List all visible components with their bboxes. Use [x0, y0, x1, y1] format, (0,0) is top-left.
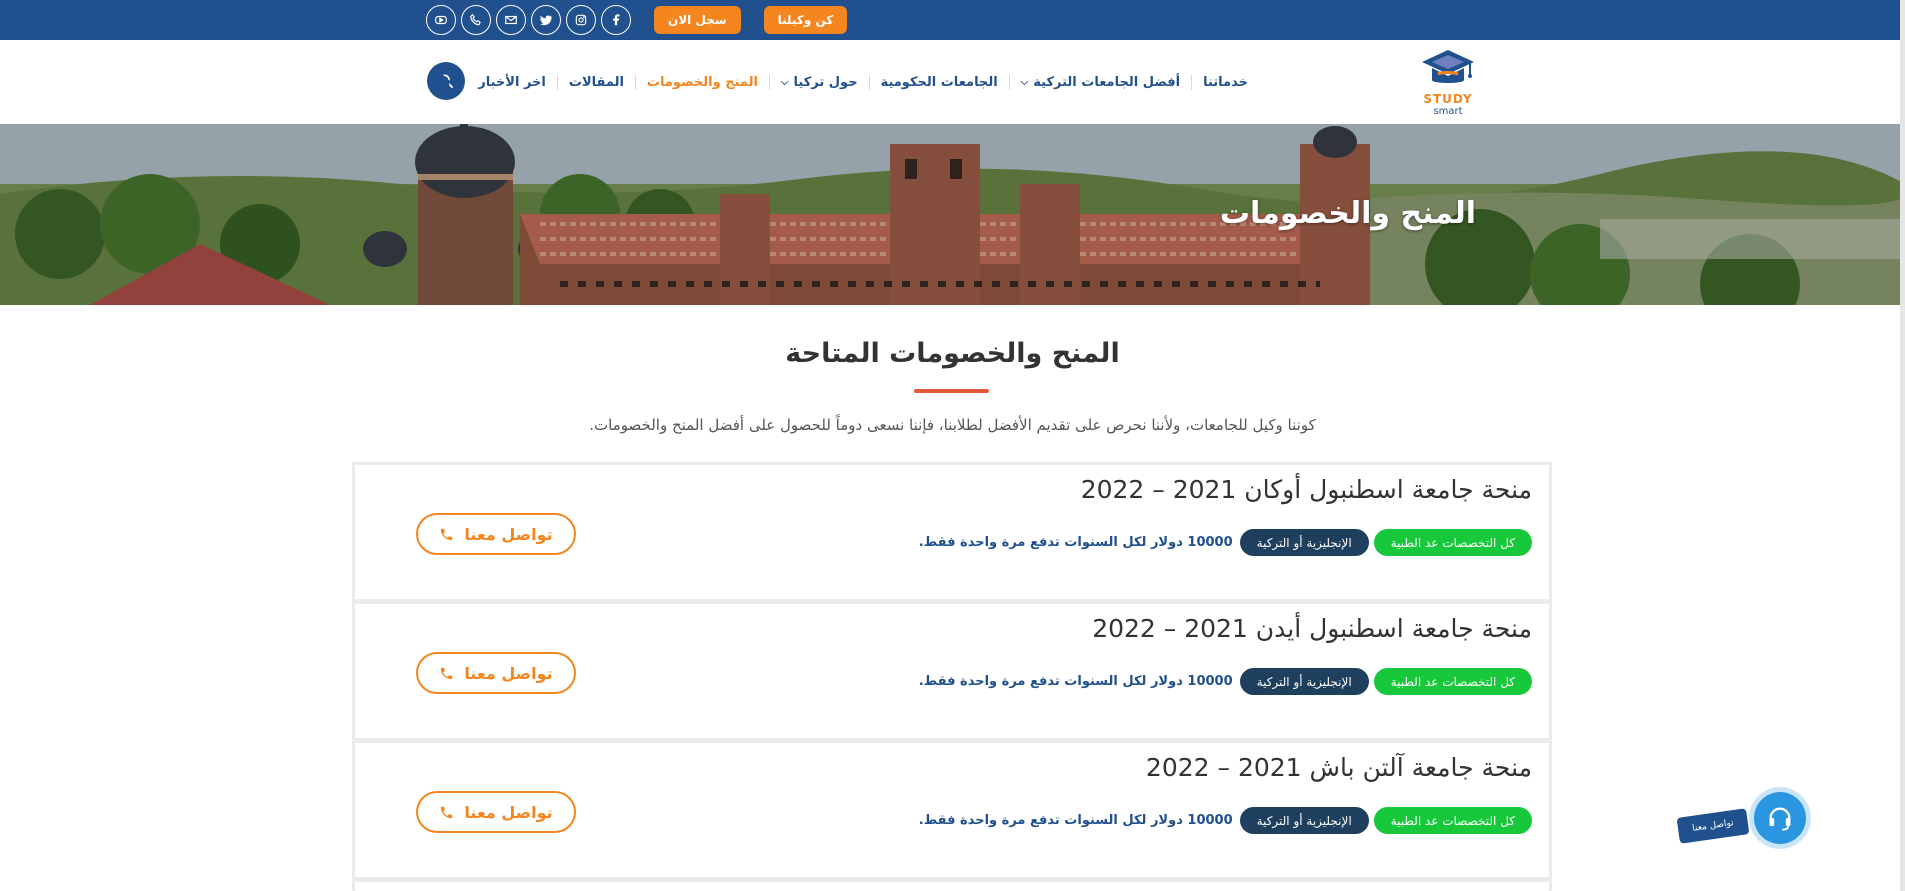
nav-item-public-universities[interactable]: الجامعات الحكومية [868, 74, 1009, 90]
nav-item-label: المقالات [568, 74, 624, 90]
nav-item-label: اخر الأخبار [478, 74, 546, 90]
study-smart-logo[interactable]: STUDY smart [1418, 46, 1478, 120]
contact-us-button[interactable]: تواصل معنا [416, 652, 576, 694]
floating-contact-button[interactable] [1754, 792, 1806, 844]
nav-item-about-turkey[interactable]: حول تركيا ⌵ [768, 74, 869, 90]
logo-text-sub: smart [1433, 106, 1463, 117]
scholarship-tags: كل التخصصات عد الطبية الإنجليزية أو التر… [919, 529, 1532, 556]
contact-us-button[interactable]: تواصل معنا [416, 791, 576, 833]
contact-us-button[interactable]: تواصل معنا [416, 513, 576, 555]
nav-item-label: حول تركيا [793, 74, 858, 90]
specialties-tag: كل التخصصات عد الطبية [1373, 807, 1532, 834]
graduation-cap-logo-icon [1422, 50, 1474, 83]
scholarship-tags: كل التخصصات عد الطبية الإنجليزية أو التر… [919, 807, 1532, 834]
language-tag: الإنجليزية أو التركية [1239, 807, 1369, 834]
scholarship-price: 10000 دولار لكل السنوات تدفع مرة واحدة ف… [918, 535, 1233, 550]
instagram-icon[interactable] [566, 5, 596, 35]
scholarship-tags: كل التخصصات عد الطبية الإنجليزية أو التر… [919, 668, 1532, 695]
nav-item-label: الجامعات الحكومية [880, 74, 998, 90]
nav-item-services[interactable]: خدماتنا [1191, 74, 1259, 90]
specialties-tag: كل التخصصات عد الطبية [1373, 529, 1532, 556]
scholarship-card-partial [352, 879, 1552, 891]
scholarship-price: 10000 دولار لكل السنوات تدفع مرة واحدة ف… [918, 813, 1233, 828]
facebook-icon[interactable] [601, 5, 631, 35]
register-now-button[interactable]: سجل الان [654, 6, 741, 34]
nav-item-scholarships[interactable]: المنح والخصومات [634, 74, 769, 90]
nav-item-label: خدماتنا [1203, 74, 1248, 90]
scholarship-list: منحة جامعة اسطنبول أوكان 2021 – 2022 كل … [352, 462, 1552, 891]
contact-us-button-label: تواصل معنا [464, 802, 553, 822]
page-scrollbar[interactable] [1900, 0, 1905, 891]
hero-banner: المنح والخصومات [0, 124, 1905, 305]
scholarship-price: 10000 دولار لكل السنوات تدفع مرة واحدة ف… [918, 674, 1233, 689]
top-bar: سجل الان كن وكيلنا [0, 0, 1905, 40]
top-bar-links: سجل الان كن وكيلنا [426, 5, 848, 35]
scholarship-title[interactable]: منحة جامعة اسطنبول أيدن 2021 – 2022 [1092, 614, 1532, 643]
phone-icon [441, 528, 453, 540]
chevron-down-icon: ⌵ [1020, 76, 1029, 88]
scholarship-card: منحة جامعة اسطنبول أوكان 2021 – 2022 كل … [352, 462, 1552, 602]
main-header: خدماتنا أفضل الجامعات التركية ⌵ الجامعات … [0, 40, 1905, 124]
nav-item-label: أفضل الجامعات التركية [1033, 74, 1181, 90]
phone-icon [441, 806, 453, 818]
become-agent-button[interactable]: كن وكيلنا [763, 6, 848, 34]
section-title-underline [914, 389, 989, 393]
floating-contact-label[interactable]: تواصل معنا [1676, 808, 1750, 844]
nav-item-latest-news[interactable]: اخر الأخبار [467, 75, 557, 90]
home-nav-link[interactable] [427, 72, 467, 92]
main-nav: خدماتنا أفضل الجامعات التركية ⌵ الجامعات … [427, 70, 1259, 94]
nav-list: خدماتنا أفضل الجامعات التركية ⌵ الجامعات … [467, 74, 1259, 90]
hero-title: المنح والخصومات [1219, 196, 1476, 231]
nav-item-best-turkish-universities[interactable]: أفضل الجامعات التركية ⌵ [1008, 74, 1191, 90]
mail-icon[interactable] [496, 5, 526, 35]
chevron-down-icon: ⌵ [780, 76, 789, 88]
scholarship-card: منحة جامعة اسطنبول أيدن 2021 – 2022 كل ا… [352, 601, 1552, 741]
scholarship-title[interactable]: منحة جامعة آلتن باش 2021 – 2022 [1146, 753, 1532, 782]
language-tag: الإنجليزية أو التركية [1239, 529, 1369, 556]
contact-us-button-label: تواصل معنا [464, 524, 553, 544]
home-icon [432, 73, 453, 92]
youtube-icon[interactable] [426, 5, 456, 35]
specialties-tag: كل التخصصات عد الطبية [1373, 668, 1532, 695]
hero-overlay [0, 124, 1905, 305]
scholarship-title[interactable]: منحة جامعة اسطنبول أوكان 2021 – 2022 [1081, 475, 1532, 504]
nav-item-articles[interactable]: المقالات [556, 74, 635, 90]
scholarship-card: منحة جامعة آلتن باش 2021 – 2022 كل التخص… [352, 740, 1552, 880]
language-tag: الإنجليزية أو التركية [1239, 668, 1369, 695]
contact-us-button-label: تواصل معنا [464, 663, 553, 683]
nav-item-label: المنح والخصومات [646, 74, 758, 90]
phone-icon [441, 667, 453, 679]
section-title: المنح والخصومات المتاحة [785, 338, 1120, 369]
section-description: كوننا وكيل للجامعات، ولأننا نحرص على تقد… [589, 416, 1316, 434]
headset-icon [1769, 807, 1791, 831]
logo-text-main: STUDY [1423, 92, 1473, 106]
phone-icon[interactable] [461, 5, 491, 35]
twitter-icon[interactable] [531, 5, 561, 35]
